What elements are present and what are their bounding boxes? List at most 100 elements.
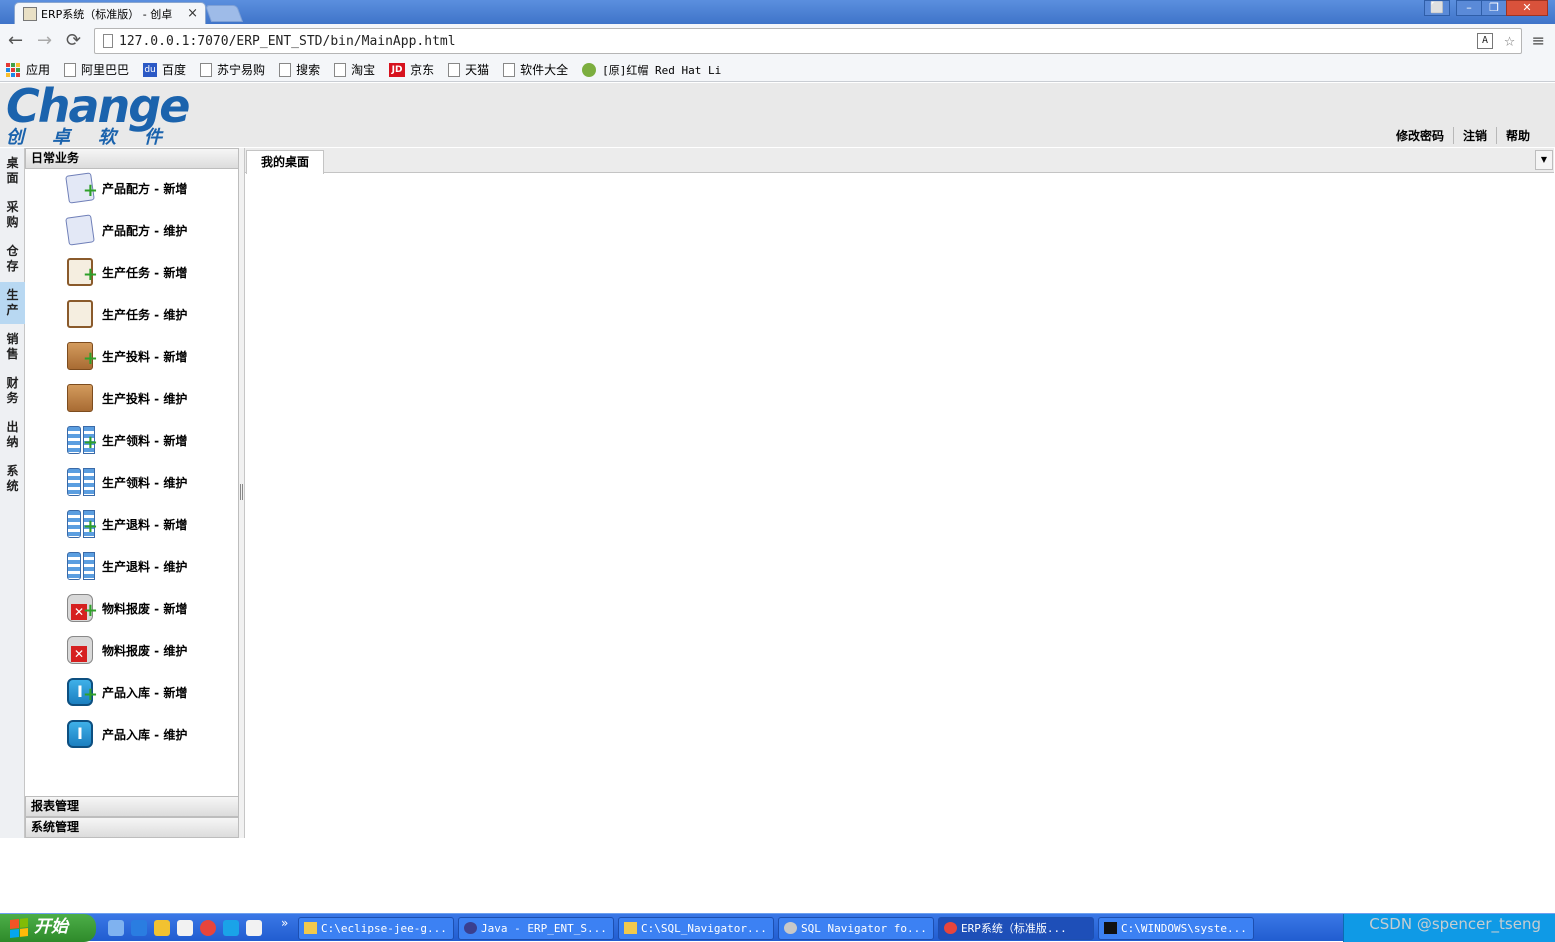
chrome-menu-icon[interactable]: ≡ [1532,31,1545,50]
nav-item-formula-add[interactable]: + 产品配方 - 新增 [65,170,235,206]
nav-item-label: 生产退料 - 新增 [102,517,188,532]
taskbar-window-cmd[interactable]: C:\WINDOWS\syste... [1098,917,1254,940]
nav-item-feed-add[interactable]: + 生产投料 - 新增 [65,338,235,374]
cmd-icon [1104,922,1117,934]
eclipse-icon [464,922,477,934]
bookmark-redhat[interactable]: [原]红帽 Red Hat Li [582,62,721,78]
module-tab-desktop[interactable]: 桌面 [0,150,25,192]
tab-my-desktop[interactable]: 我的桌面 [246,150,324,174]
nav-item-scrap-add[interactable]: ✕ + 物料报废 - 新增 [65,590,235,626]
task-icon [65,298,97,330]
ie-icon[interactable] [131,920,147,936]
bookmark-alibaba[interactable]: 阿里巴巴 [64,61,129,78]
apps-icon [6,62,20,77]
nav-item-return-maintain[interactable]: 生产退料 - 维护 [65,548,235,584]
help-link[interactable]: 帮助 [1495,127,1539,144]
logout-link[interactable]: 注销 [1452,127,1496,144]
taskbar-overflow-icon[interactable]: » [281,916,288,930]
scrap-add-icon: ✕ + [65,592,98,624]
module-tab-sales[interactable]: 销售 [0,326,25,368]
taskbar-window-label: Java - ERP_ENT_S... [481,922,607,935]
browser-tab-active[interactable]: ERP系统（标准版） - 创卓 × [14,2,206,24]
scrap-icon: ✕ [65,634,97,666]
nav-panel: 日常业务 + 产品配方 - 新增 产品配方 - 维护 + 生产任务 - 新增 生… [25,148,239,838]
nav-item-feed-maintain[interactable]: 生产投料 - 维护 [65,380,235,416]
bookmark-label: [原]红帽 Red Hat Li [602,63,722,77]
module-tab-finance[interactable]: 财务 [0,370,25,412]
nav-item-label: 物料报废 - 新增 [102,601,188,616]
close-window-button[interactable]: ✕ [1506,0,1548,16]
qq-icon[interactable] [154,920,170,936]
panel-header-reports[interactable]: 报表管理 [25,796,239,817]
nav-item-pick-maintain[interactable]: 生产领料 - 维护 [65,464,235,500]
taskbar-window-sqlnav[interactable]: SQL Navigator fo... [778,917,934,940]
nav-item-task-add[interactable]: + 生产任务 - 新增 [65,254,235,290]
app-quick-icon[interactable] [223,920,239,936]
pick-add-icon: + [65,424,98,456]
taskbar-window-erp-chrome[interactable]: ERP系统（标准版... [938,917,1094,940]
page-icon [64,62,77,77]
profile-button[interactable]: ⬜ [1424,0,1450,16]
bookmark-taobao[interactable]: 淘宝 [334,61,375,78]
nav-item-pick-add[interactable]: + 生产领料 - 新增 [65,422,235,458]
change-password-link[interactable]: 修改密码 [1387,127,1453,144]
work-area: 我的桌面 ▼ [245,148,1555,838]
minimize-button[interactable]: – [1456,0,1482,16]
module-tab-cashier[interactable]: 出纳 [0,414,25,456]
new-tab-button[interactable] [204,5,244,22]
back-button[interactable]: ← [8,30,23,51]
module-tab-system[interactable]: 系统 [0,458,25,500]
nav-item-return-add[interactable]: + 生产退料 - 新增 [65,506,235,542]
module-tab-production[interactable]: 生产 [0,282,25,324]
module-tab-inventory[interactable]: 仓存 [0,238,25,280]
taskbar-window-label: ERP系统（标准版... [961,922,1067,935]
formula-icon [65,214,97,246]
page-icon [503,62,516,77]
nav-item-formula-maintain[interactable]: 产品配方 - 维护 [65,212,235,248]
panel-header-daily[interactable]: 日常业务 [25,148,239,169]
csdn-watermark: CSDN @spencer_tseng [1369,915,1541,933]
page-icon [279,62,292,77]
bookmark-label: 苏宁易购 [217,63,266,77]
tab-list-dropdown-icon[interactable]: ▼ [1535,150,1553,170]
start-label: 开始 [34,917,68,937]
chrome-icon [944,922,957,934]
restore-button[interactable]: ❐ [1481,0,1507,16]
bookmark-baidu[interactable]: du 百度 [143,61,186,78]
bookmark-suning[interactable]: 苏宁易购 [200,61,265,78]
taskbar-window-eclipse-folder[interactable]: C:\eclipse-jee-g... [298,917,454,940]
task-add-icon: + [65,256,98,288]
feed-icon [65,382,97,414]
nav-item-label: 生产领料 - 新增 [102,433,188,448]
nav-item-scrap-maintain[interactable]: ✕ 物料报废 - 维护 [65,632,235,668]
translate-icon[interactable]: A [1477,33,1493,49]
bookmark-search[interactable]: 搜索 [279,61,320,78]
address-bar[interactable]: 127.0.0.1:7070/ERP_ENT_STD/bin/MainApp.h… [94,28,1522,54]
start-button[interactable]: 开始 [0,914,96,942]
bookmark-tmall[interactable]: 天猫 [448,61,489,78]
nav-item-task-maintain[interactable]: 生产任务 - 维护 [65,296,235,332]
show-desktop-icon[interactable] [108,920,124,936]
formula-add-icon: + [65,172,98,204]
nav-item-label: 生产任务 - 新增 [102,265,188,280]
taskbar-window-label: SQL Navigator fo... [801,922,927,935]
nav-item-stockin-maintain[interactable]: I 产品入库 - 维护 [65,716,235,752]
forward-button[interactable]: → [37,30,52,51]
console-quick-icon[interactable] [246,920,262,936]
tab-close-icon[interactable]: × [187,6,198,21]
bookmark-star-icon[interactable]: ☆ [1504,30,1515,51]
nav-item-label: 产品入库 - 新增 [102,685,188,700]
bookmark-software[interactable]: 软件大全 [503,61,568,78]
bookmark-jd[interactable]: JD 京东 [389,61,434,78]
nav-item-label: 生产任务 - 维护 [102,307,188,322]
panel-header-system[interactable]: 系统管理 [25,817,239,838]
window-icon[interactable] [177,920,193,936]
taskbar-window-sqlnav-folder[interactable]: C:\SQL_Navigator... [618,917,774,940]
reload-button[interactable]: ⟳ [66,30,81,51]
taskbar-window-eclipse[interactable]: Java - ERP_ENT_S... [458,917,614,940]
return-add-icon: + [65,508,98,540]
chrome-quick-icon[interactable] [200,920,216,936]
bookmark-apps[interactable]: 应用 [6,61,50,78]
nav-item-stockin-add[interactable]: I + 产品入库 - 新增 [65,674,235,710]
module-tab-purchase[interactable]: 采购 [0,194,25,236]
